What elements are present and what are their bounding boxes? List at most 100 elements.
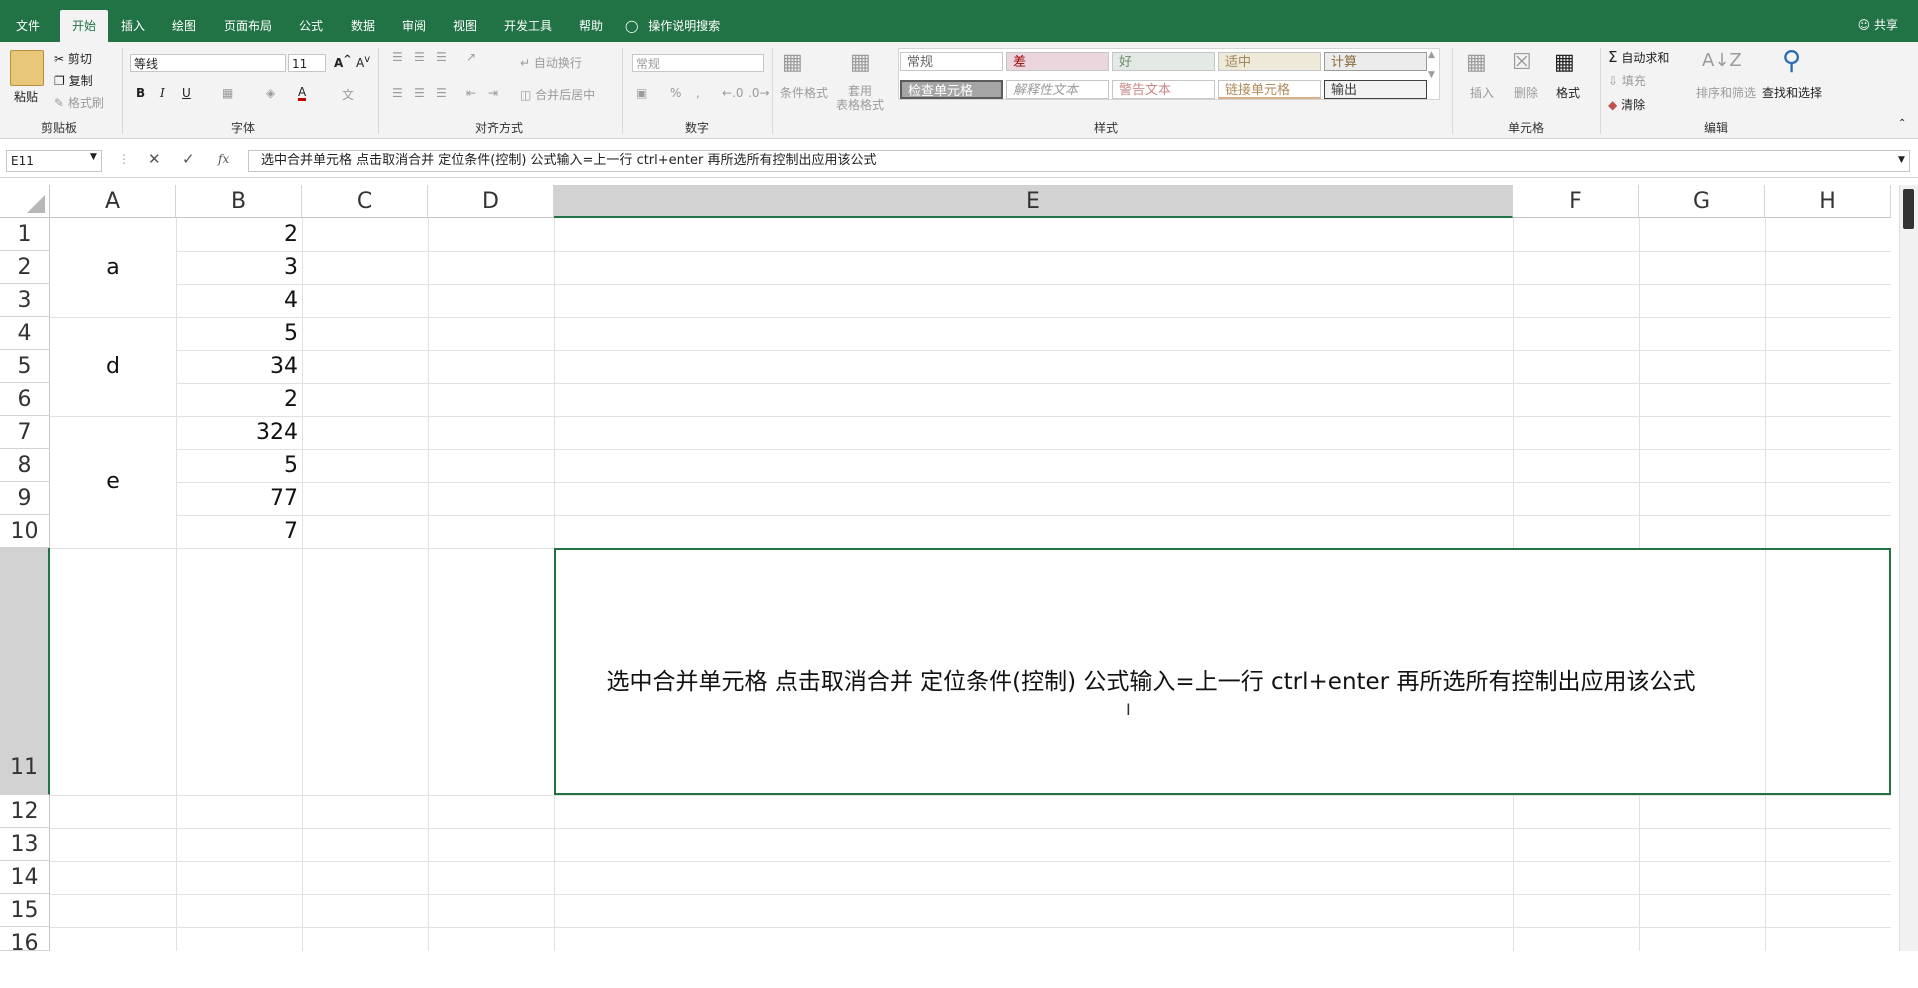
search-icon[interactable]: ⚲ — [1782, 46, 1801, 76]
paste-icon[interactable] — [10, 50, 44, 86]
cell-b6[interactable]: 2 — [176, 383, 298, 416]
cell-b7[interactable]: 324 — [176, 416, 298, 449]
cell-b2[interactable]: 3 — [176, 251, 298, 284]
tab-insert[interactable]: 插入 — [112, 12, 154, 42]
font-name-select[interactable]: 等线 — [130, 54, 286, 72]
cell-b8[interactable]: 5 — [176, 449, 298, 482]
tab-developer[interactable]: 开发工具 — [495, 12, 561, 42]
shrink-font-icon[interactable]: Av — [356, 54, 370, 70]
align-middle-icon[interactable]: ☰ — [414, 50, 425, 64]
row-header-7[interactable]: 7 — [0, 416, 50, 449]
cell-b10[interactable]: 7 — [176, 515, 298, 548]
column-header-b[interactable]: B — [176, 185, 302, 218]
formula-input[interactable]: 选中合并单元格 点击取消合并 定位条件(控制) 公式输入=上一行 ctrl+en… — [248, 150, 1910, 172]
tab-review[interactable]: 审阅 — [393, 12, 435, 42]
style-linked-cell[interactable]: 链接单元格 — [1218, 80, 1321, 99]
sort-filter-icon[interactable]: A↓Z — [1702, 50, 1742, 71]
insert-cells-button[interactable]: 插入 — [1470, 84, 1494, 101]
expand-formula-icon[interactable]: ▼ — [1898, 155, 1905, 165]
tab-data[interactable]: 数据 — [342, 12, 384, 42]
insert-cells-icon[interactable]: ▦ — [1466, 50, 1487, 75]
style-explanatory[interactable]: 解释性文本 — [1006, 80, 1109, 99]
style-good[interactable]: 好 — [1112, 52, 1215, 71]
row-header-14[interactable]: 14 — [0, 861, 50, 894]
column-header-h[interactable]: H — [1765, 185, 1891, 218]
accounting-icon[interactable]: ▣ — [636, 86, 647, 100]
style-normal[interactable]: 常规 — [900, 52, 1003, 71]
cell-b3[interactable]: 4 — [176, 284, 298, 317]
tab-file[interactable]: 文件 — [8, 12, 48, 42]
style-output[interactable]: 输出 — [1324, 80, 1427, 99]
number-format-select[interactable]: 常规 — [632, 54, 764, 72]
name-box[interactable]: E11 — [6, 150, 102, 172]
merged-cell-a7[interactable]: e — [50, 416, 176, 548]
table-format-icon[interactable]: ▦ — [850, 50, 871, 75]
cut-button[interactable]: ✂ 剪切 — [54, 50, 92, 67]
merge-center-button[interactable]: ◫ 合并后居中 — [520, 86, 595, 103]
tell-me-search[interactable]: ◯ 操作说明搜索 — [625, 12, 735, 42]
style-check-cell[interactable]: 检查单元格 — [900, 80, 1003, 99]
align-center-icon[interactable]: ☰ — [414, 86, 425, 100]
grow-font-icon[interactable]: A^ — [334, 54, 352, 70]
row-header-5[interactable]: 5 — [0, 350, 50, 383]
phonetic-icon[interactable]: 文 — [342, 86, 354, 103]
decrease-indent-icon[interactable]: ⇤ — [466, 86, 476, 100]
column-header-e[interactable]: E — [554, 185, 1513, 218]
gallery-scroll-down-icon[interactable]: ▼ — [1428, 70, 1435, 80]
worksheet-grid[interactable]: A B C D E F G H 1 2 3 4 5 6 7 8 9 10 11 … — [0, 185, 1900, 951]
row-header-6[interactable]: 6 — [0, 383, 50, 416]
find-select-button[interactable]: 查找和选择 — [1762, 84, 1822, 101]
row-header-8[interactable]: 8 — [0, 449, 50, 482]
merged-cell-a1[interactable]: a — [50, 218, 176, 317]
row-header-15[interactable]: 15 — [0, 894, 50, 927]
merged-cell-a4[interactable]: d — [50, 317, 176, 416]
tab-formulas[interactable]: 公式 — [290, 12, 332, 42]
style-calculation[interactable]: 计算 — [1324, 52, 1427, 71]
row-header-12[interactable]: 12 — [0, 795, 50, 828]
tab-view[interactable]: 视图 — [444, 12, 486, 42]
italic-icon[interactable]: I — [160, 86, 165, 100]
row-header-2[interactable]: 2 — [0, 251, 50, 284]
paste-button[interactable]: 粘贴 — [14, 88, 38, 105]
orientation-icon[interactable]: ↗ — [466, 50, 476, 64]
tab-page-layout[interactable]: 页面布局 — [214, 12, 282, 42]
font-size-select[interactable]: 11 — [288, 54, 326, 72]
format-cells-button[interactable]: 格式 — [1556, 84, 1580, 101]
copy-button[interactable]: ❐ 复制 — [54, 72, 93, 89]
column-header-d[interactable]: D — [428, 185, 554, 218]
column-header-f[interactable]: F — [1513, 185, 1639, 218]
increase-indent-icon[interactable]: ⇥ — [488, 86, 498, 100]
style-neutral[interactable]: 适中 — [1218, 52, 1321, 71]
row-header-9[interactable]: 9 — [0, 482, 50, 515]
row-header-11[interactable]: 11 — [0, 548, 50, 795]
border-icon[interactable]: ▦ — [222, 86, 233, 100]
format-painter-button[interactable]: ✎ 格式刷 — [54, 94, 104, 111]
tab-draw[interactable]: 绘图 — [163, 12, 205, 42]
increase-decimal-icon[interactable]: ←.0 — [722, 86, 744, 100]
cell-b9[interactable]: 77 — [176, 482, 298, 515]
select-all-button[interactable] — [0, 185, 50, 218]
column-header-c[interactable]: C — [302, 185, 428, 218]
font-color-icon[interactable]: A — [298, 86, 307, 101]
row-header-3[interactable]: 3 — [0, 284, 50, 317]
delete-cells-button[interactable]: 删除 — [1514, 84, 1538, 101]
format-cells-icon[interactable]: ▦ — [1554, 50, 1575, 75]
tab-home[interactable]: 开始 — [60, 10, 108, 42]
collapse-ribbon-icon[interactable]: ⌃ — [1898, 118, 1906, 129]
align-left-icon[interactable]: ☰ — [392, 86, 403, 100]
gallery-scroll-up-icon[interactable]: ▲ — [1428, 50, 1435, 60]
row-header-10[interactable]: 10 — [0, 515, 50, 548]
fill-color-icon[interactable]: ◈ — [266, 86, 275, 100]
autosum-button[interactable]: Σ 自动求和 — [1608, 48, 1669, 66]
percent-icon[interactable]: % — [670, 86, 681, 100]
column-header-a[interactable]: A — [50, 185, 176, 218]
row-header-16[interactable]: 16 — [0, 927, 50, 951]
wrap-text-button[interactable]: ↵ 自动换行 — [520, 54, 582, 71]
enter-icon[interactable]: ✓ — [182, 150, 195, 168]
underline-icon[interactable]: U — [182, 86, 191, 100]
align-bottom-icon[interactable]: ☰ — [436, 50, 447, 64]
active-cell-e11[interactable]: 选中合并单元格 点击取消合并 定位条件(控制) 公式输入=上一行 ctrl+en… — [554, 548, 1891, 795]
table-format-button[interactable]: 套用 表格格式 — [836, 84, 884, 112]
align-right-icon[interactable]: ☰ — [436, 86, 447, 100]
row-header-1[interactable]: 1 — [0, 218, 50, 251]
